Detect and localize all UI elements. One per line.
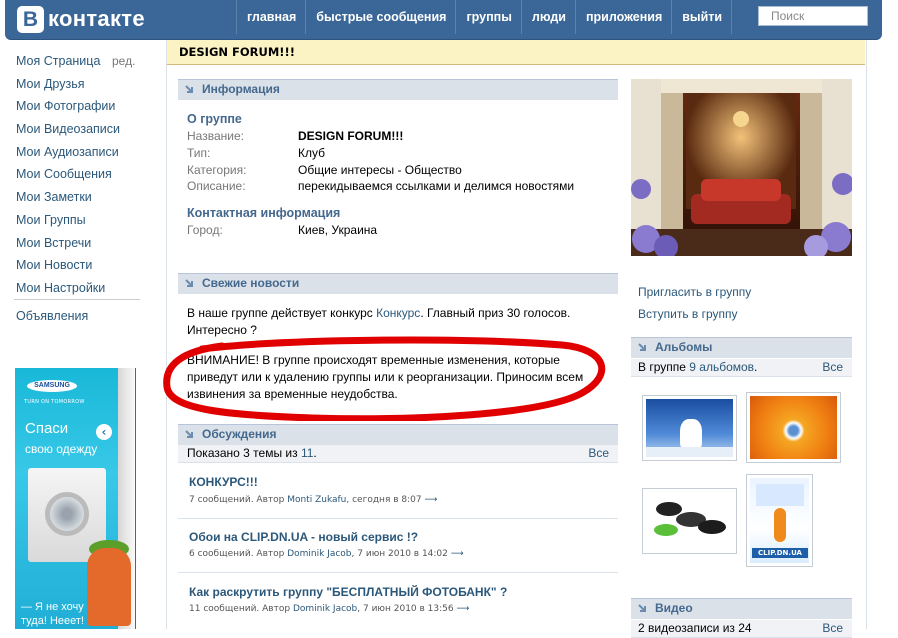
left-menu: Моя Страница ред. Мои Друзья Мои Фотограф…: [16, 50, 135, 300]
nav-home[interactable]: главная: [236, 0, 305, 34]
nav-logout[interactable]: выйти: [671, 0, 733, 34]
group-title: DESIGN FORUM!!!: [167, 40, 865, 65]
banner-prev-icon[interactable]: ‹: [96, 424, 112, 440]
info-label: Описание:: [187, 179, 246, 193]
menu-label[interactable]: Моя Страница: [16, 54, 100, 68]
menu-my-page[interactable]: Моя Страница ред.: [16, 50, 135, 73]
menu-my-audio[interactable]: Мои Аудиозаписи: [16, 141, 120, 164]
albums-section-title: Альбомы: [655, 340, 713, 354]
banner-line1: Спаси: [25, 420, 69, 437]
news-paragraph-1: В наше группе действует конкурс Конкурс.…: [187, 306, 571, 337]
albums-section-bar[interactable]: Альбомы: [631, 337, 852, 358]
menu-my-events[interactable]: Мои Встречи: [16, 232, 120, 255]
nav-quick-messages[interactable]: быстрые сообщения: [305, 0, 455, 34]
contact-heading: Контактная информация: [187, 206, 341, 220]
banner-line2: свою одежду: [25, 442, 98, 456]
album-thumb[interactable]: [642, 488, 737, 554]
arrow-icon: [638, 604, 646, 612]
interior-image: [631, 79, 852, 256]
album-thumb[interactable]: [642, 395, 737, 461]
banner-slogan: TURN ON TOMORROW: [24, 399, 85, 405]
topic-go-icon[interactable]: ⟶: [457, 604, 470, 614]
edit-link[interactable]: ред.: [112, 50, 135, 72]
menu-my-photos[interactable]: Мои Фотографии: [16, 95, 120, 118]
discussions-section-title: Обсуждения: [202, 427, 277, 441]
info-value: Общие интересы - Общество: [298, 163, 462, 177]
info-label: Тип:: [187, 146, 211, 160]
topic-title[interactable]: Как раскрутить группу "БЕСПЛАТНЫЙ ФОТОБА…: [189, 585, 507, 599]
ads-link[interactable]: Объявления: [16, 309, 88, 323]
topic-author[interactable]: Dominik Jacob: [293, 604, 357, 614]
samsung-banner[interactable]: SAMSUNG TURN ON TOMORROW Спаси свою одеж…: [15, 368, 136, 629]
samsung-logo: SAMSUNG: [27, 380, 77, 392]
nav-groups[interactable]: группы: [455, 0, 520, 34]
topic-divider: [178, 518, 618, 519]
logo-letter: В: [17, 5, 44, 33]
contest-link[interactable]: Конкурс: [376, 306, 420, 320]
info-label: Название:: [187, 129, 244, 143]
join-link[interactable]: Вступить в группу: [638, 307, 738, 321]
topic-author[interactable]: Dominik Jacob: [287, 549, 351, 559]
thumb-caption: CLIP.DN.UA: [752, 548, 808, 558]
info-label: Категория:: [187, 163, 247, 177]
menu-my-videos[interactable]: Мои Видеозаписи: [16, 118, 120, 141]
arrow-icon: [185, 279, 193, 287]
group-photo[interactable]: [631, 79, 852, 256]
nav-people[interactable]: люди: [520, 0, 575, 34]
nav-apps[interactable]: приложения: [574, 0, 671, 34]
arrow-icon: [638, 343, 646, 351]
topic-meta: 6 сообщений. Автор Dominik Jacob, 7 июн …: [189, 549, 464, 559]
albums-count-link[interactable]: 9 альбомов: [689, 360, 754, 374]
top-nav: главная быстрые сообщения группы люди пр…: [236, 0, 733, 39]
album-thumb[interactable]: [746, 392, 841, 463]
menu-divider: [14, 299, 140, 300]
arrow-icon: [185, 85, 193, 93]
menu-my-friends[interactable]: Мои Друзья: [16, 73, 120, 96]
topic-go-icon[interactable]: ⟶: [424, 495, 437, 505]
album-thumb[interactable]: CLIP.DN.UA: [746, 474, 813, 567]
character-graphic: [87, 548, 131, 626]
info-value: DESIGN FORUM!!!: [298, 129, 404, 143]
info-value: перекидываемся ссылками и делимся новост…: [298, 179, 575, 193]
search-input[interactable]: Поиск: [758, 6, 868, 26]
discussions-section-bar[interactable]: Обсуждения: [178, 424, 618, 445]
top-header: В контакте главная быстрые сообщения гру…: [5, 0, 882, 40]
topic-title[interactable]: Обои на CLIP.DN.UA - новый сервис !?: [189, 530, 418, 544]
topic-meta: 11 сообщений. Автор Dominik Jacob, 7 июн…: [189, 604, 470, 614]
vk-logo[interactable]: В контакте: [17, 4, 145, 34]
info-value: Клуб: [298, 146, 325, 160]
all-topics-link[interactable]: Все: [588, 445, 609, 462]
discussions-summary: Показано 3 темы из 11. Все: [178, 445, 618, 463]
topic-meta: 7 сообщений. Автор Monti Zukafu, сегодня…: [189, 495, 438, 505]
about-heading: О группе: [187, 112, 242, 126]
city-value: Киев, Украина: [298, 223, 378, 237]
menu-my-notes[interactable]: Мои Заметки: [16, 186, 120, 209]
banner-caption: — Я не хочу туда! Нееет!: [21, 601, 84, 627]
logo-text: контакте: [48, 6, 145, 31]
info-section-title: Информация: [202, 82, 280, 96]
news-section-bar[interactable]: Свежие новости: [178, 273, 618, 294]
city-label: Город:: [187, 223, 223, 237]
menu-my-groups[interactable]: Мои Группы: [16, 209, 120, 232]
menu-my-settings[interactable]: Мои Настройки: [16, 277, 120, 300]
info-section-bar[interactable]: Информация: [178, 79, 618, 100]
video-summary: 2 видеозаписи из 24 Все: [631, 620, 852, 638]
topic-divider: [178, 572, 618, 573]
topics-count-link[interactable]: 11: [301, 446, 313, 460]
topic-go-icon[interactable]: ⟶: [451, 549, 464, 559]
invite-link[interactable]: Пригласить в группу: [638, 285, 751, 299]
menu-my-messages[interactable]: Мои Сообщения: [16, 163, 120, 186]
menu-my-news[interactable]: Мои Новости: [16, 254, 120, 277]
arrow-icon: [185, 430, 193, 438]
news-section-title: Свежие новости: [202, 276, 300, 290]
red-highlight-ellipse: [163, 336, 606, 421]
albums-summary: В группе 9 альбомов. Все: [631, 359, 852, 377]
all-albums-link[interactable]: Все: [822, 359, 843, 376]
topic-title[interactable]: КОНКУРС!!!: [189, 475, 258, 489]
video-section-title: Видео: [655, 601, 693, 615]
topic-author[interactable]: Monti Zukafu: [287, 495, 346, 505]
video-section-bar[interactable]: Видео: [631, 598, 852, 619]
